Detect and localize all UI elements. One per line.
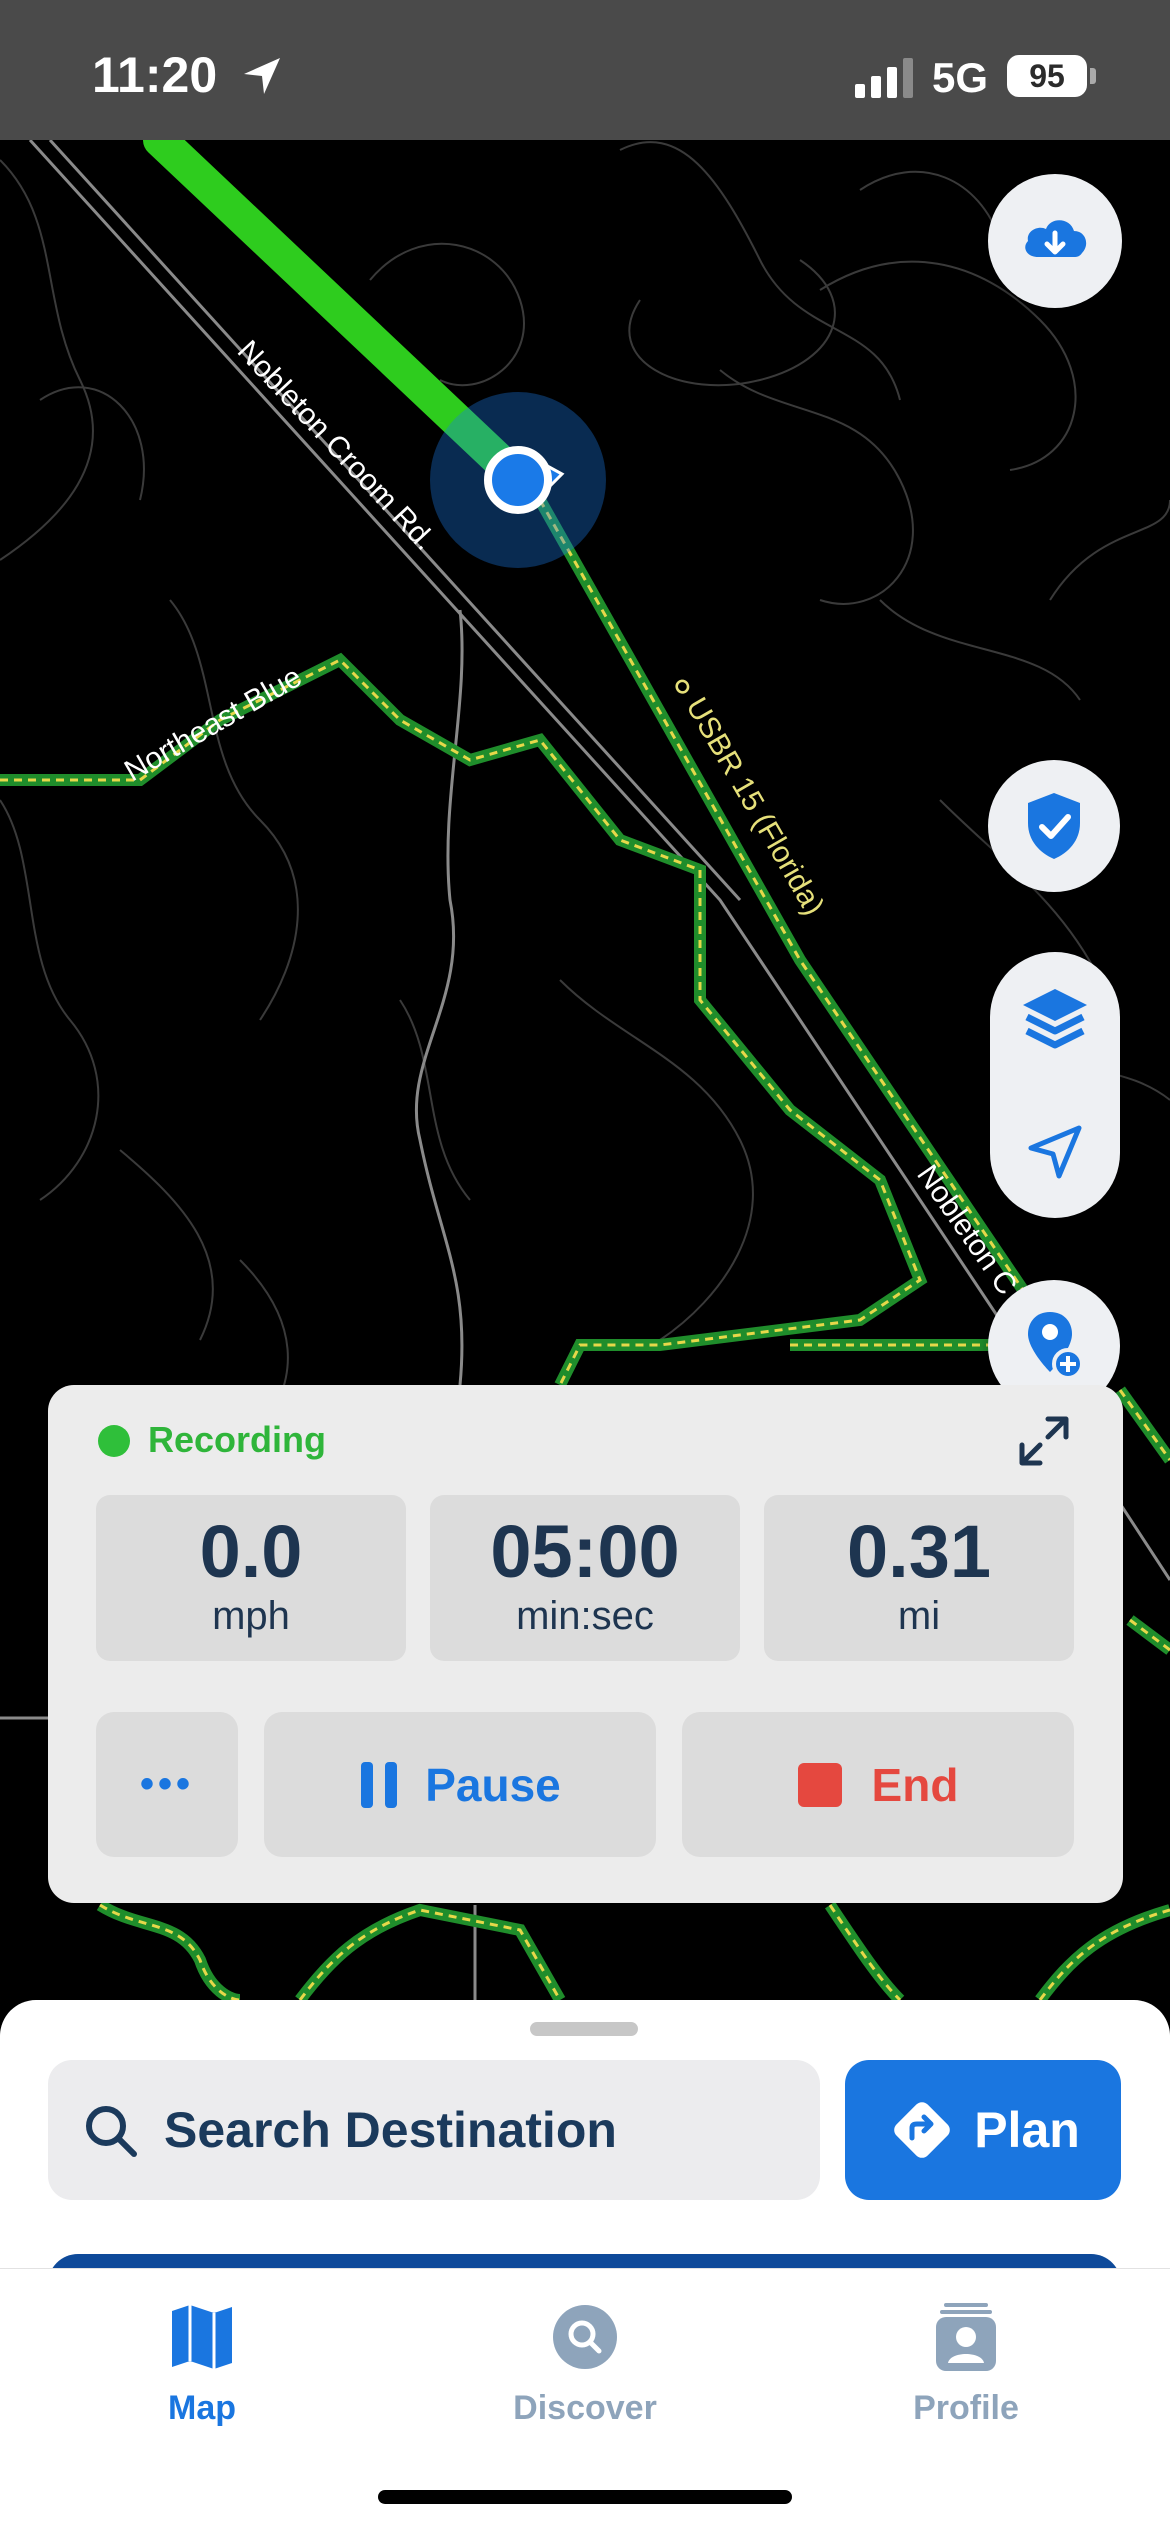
time-stat: 05:00 min:sec bbox=[430, 1495, 740, 1661]
recording-panel: Recording 0.0 mph 05:00 min:sec 0.31 mi … bbox=[48, 1385, 1123, 1903]
battery-level: 95 bbox=[1007, 55, 1087, 97]
discover-icon bbox=[553, 2305, 617, 2369]
speed-stat: 0.0 mph bbox=[96, 1495, 406, 1661]
safety-button[interactable] bbox=[988, 760, 1120, 892]
add-pin-icon bbox=[1028, 1312, 1084, 1380]
plan-button[interactable]: Plan bbox=[845, 2060, 1121, 2200]
profile-icon bbox=[936, 2303, 996, 2371]
more-options-label: ••• bbox=[139, 1762, 194, 1806]
navigation-arrow-icon bbox=[1028, 1125, 1082, 1178]
map-controls bbox=[990, 952, 1120, 1218]
plan-label: Plan bbox=[974, 2102, 1080, 2158]
cloud-download-icon bbox=[1025, 220, 1087, 257]
time-unit: min:sec bbox=[516, 1594, 654, 1638]
search-placeholder: Search Destination bbox=[164, 2102, 617, 2158]
expand-icon[interactable] bbox=[1016, 1413, 1072, 1469]
tab-discover[interactable]: Discover bbox=[455, 2297, 715, 2428]
distance-stat: 0.31 mi bbox=[764, 1495, 1074, 1661]
shield-check-icon bbox=[1028, 793, 1080, 859]
tab-profile-label: Profile bbox=[913, 2389, 1019, 2427]
tab-profile[interactable]: Profile bbox=[836, 2297, 1096, 2428]
tab-map-label: Map bbox=[168, 2389, 236, 2427]
distance-value: 0.31 bbox=[846, 1510, 992, 1593]
end-label: End bbox=[871, 1758, 959, 1811]
tab-map[interactable]: Map bbox=[72, 2297, 332, 2428]
home-indicator bbox=[378, 2490, 792, 2504]
directions-icon bbox=[894, 2102, 951, 2158]
recording-indicator bbox=[98, 1425, 130, 1457]
layers-icon bbox=[1023, 988, 1087, 1048]
cellular-signal-icon bbox=[855, 58, 913, 98]
offline-download-button[interactable] bbox=[988, 174, 1122, 308]
layers-button[interactable] bbox=[1015, 979, 1095, 1059]
stop-icon bbox=[797, 1762, 842, 1807]
time-value: 05:00 bbox=[490, 1510, 680, 1593]
search-destination-field[interactable]: Search Destination bbox=[48, 2060, 820, 2200]
network-type: 5G bbox=[932, 54, 989, 101]
pause-label: Pause bbox=[425, 1758, 561, 1811]
status-time: 11:20 bbox=[92, 47, 218, 103]
more-options-button[interactable]: ••• bbox=[96, 1712, 238, 1857]
location-services-icon bbox=[244, 58, 280, 94]
status-bar: 11:20 5G 95 bbox=[0, 0, 1170, 140]
speed-value: 0.0 bbox=[199, 1510, 303, 1593]
pause-button[interactable]: Pause bbox=[264, 1712, 656, 1857]
battery-tip bbox=[1090, 68, 1096, 84]
sheet-grabber[interactable] bbox=[530, 2022, 638, 2036]
end-button[interactable]: End bbox=[682, 1712, 1074, 1857]
map-icon bbox=[172, 2305, 232, 2369]
recording-status: Recording bbox=[148, 1419, 327, 1460]
speed-unit: mph bbox=[212, 1594, 290, 1638]
current-location-marker bbox=[430, 392, 606, 568]
distance-unit: mi bbox=[897, 1594, 941, 1638]
pause-icon bbox=[361, 1761, 398, 1808]
search-icon bbox=[86, 2106, 137, 2157]
tab-discover-label: Discover bbox=[513, 2389, 657, 2427]
recenter-button[interactable] bbox=[1015, 1112, 1095, 1192]
